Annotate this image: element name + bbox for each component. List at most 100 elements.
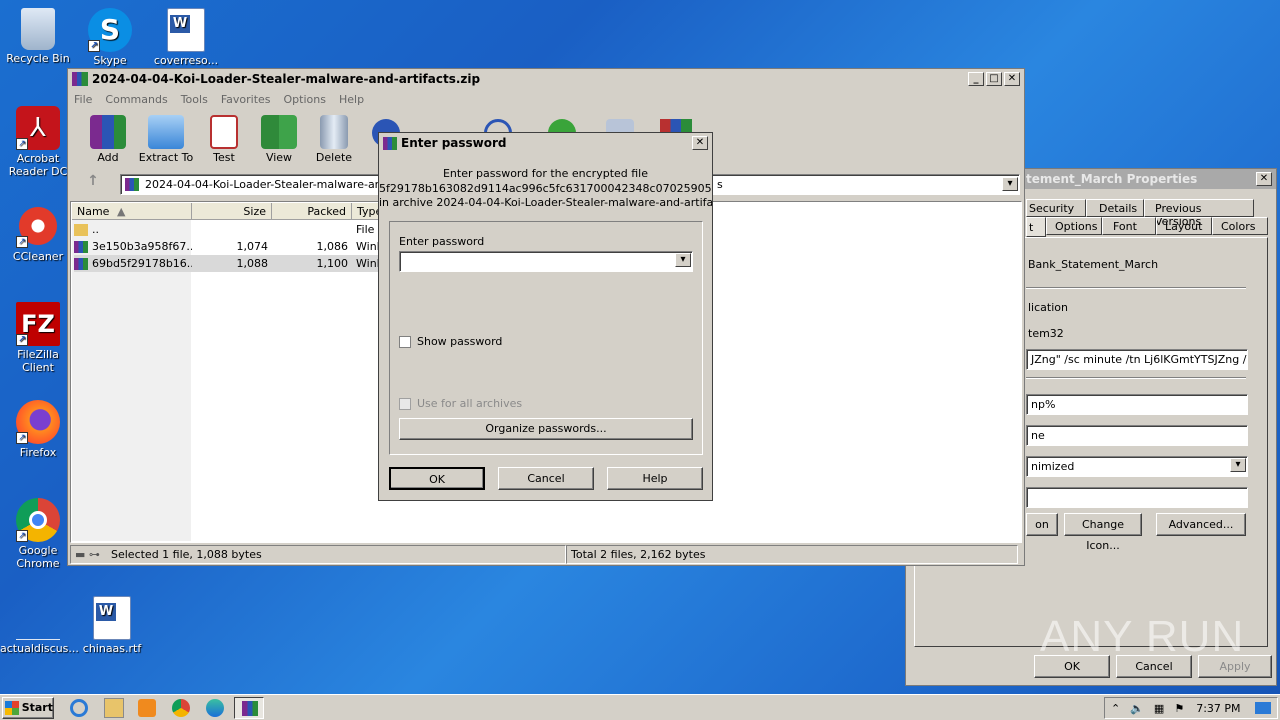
volume-icon[interactable]: 🔈: [1130, 702, 1144, 715]
blank-file-icon[interactable]: actualdiscus...: [0, 596, 79, 655]
explorer-icon[interactable]: [104, 698, 124, 718]
help-button[interactable]: Help: [607, 467, 703, 490]
minimize-icon[interactable]: _: [968, 72, 984, 86]
table-row[interactable]: 3e150b3a958f67... 1,074 1,086 WinF: [74, 238, 382, 255]
column-name-label: Name: [77, 205, 110, 218]
password-input[interactable]: ▾: [399, 251, 693, 272]
delete-label: Delete: [315, 151, 353, 164]
taskbar: Start ⌃ 🔈 ▦ ⚑ 7:37 PM: [0, 694, 1280, 720]
organize-passwords-button[interactable]: Organize passwords...: [399, 418, 693, 440]
chrome-icon[interactable]: ↗ Google Chrome: [0, 498, 76, 570]
menu-commands[interactable]: Commands: [105, 93, 167, 106]
add-archive-icon: [90, 115, 126, 149]
sfx-icon[interactable]: [660, 119, 692, 133]
trash-icon: [320, 115, 348, 149]
start-button[interactable]: Start: [2, 696, 54, 719]
row-name: 69bd5f29178b16...: [92, 257, 192, 270]
target-location: tem32: [1028, 327, 1064, 340]
blank-file-label: actualdiscus...: [0, 642, 79, 655]
media-player-icon[interactable]: [138, 699, 156, 717]
winrar-menubar: File Commands Tools Favorites Options He…: [68, 89, 1024, 109]
shortcut-key-field[interactable]: ne: [1026, 425, 1248, 446]
list-header: Name ▲ Size Packed Type: [72, 203, 392, 220]
menu-options[interactable]: Options: [284, 93, 326, 106]
advanced-button[interactable]: Advanced...: [1156, 513, 1246, 536]
clock[interactable]: 7:37 PM: [1196, 702, 1240, 715]
close-icon[interactable]: ✕: [1256, 172, 1272, 186]
chrome-taskbar-icon[interactable]: [172, 699, 190, 717]
chevron-down-icon[interactable]: ▾: [675, 253, 691, 267]
flag-icon[interactable]: ⚑: [1174, 702, 1184, 715]
prompt-line-3: in archive 2024-04-04-Koi-Loader-Stealer…: [379, 196, 712, 209]
use-for-all-checkbox[interactable]: Use for all archives: [399, 397, 522, 410]
filezilla-label: FileZilla Client: [17, 348, 59, 374]
word-doc-icon[interactable]: W coverreso...: [148, 8, 224, 67]
table-row-selected[interactable]: 69bd5f29178b16... 1,088 1,100 WinF: [74, 255, 384, 272]
table-row[interactable]: .. File f: [74, 221, 382, 238]
tab-security[interactable]: Security: [1026, 199, 1086, 217]
cancel-button[interactable]: Cancel: [498, 467, 594, 490]
tab-options[interactable]: Options: [1046, 217, 1102, 235]
winrar-titlebar[interactable]: 2024-04-04-Koi-Loader-Stealer-malware-an…: [68, 69, 1024, 89]
change-icon-button[interactable]: Change Icon...: [1064, 513, 1142, 552]
status-right: Total 2 files, 2,162 bytes: [566, 545, 1018, 564]
column-size[interactable]: Size: [192, 203, 272, 219]
chevron-down-icon[interactable]: ▾: [1230, 458, 1246, 472]
archive-file-icon: [74, 240, 88, 253]
password-dialog-titlebar[interactable]: Enter password ✕: [379, 133, 712, 153]
status-left-text: Selected 1 file, 1,088 bytes: [111, 548, 262, 561]
rtf-doc-label: chinaas.rtf: [82, 642, 142, 655]
firefox-icon[interactable]: ↗ Firefox: [0, 400, 76, 459]
run-select[interactable]: nimized ▾: [1026, 456, 1248, 477]
status-bar: ▬ ⊶ Selected 1 file, 1,088 bytes Total 2…: [70, 545, 1022, 564]
column-packed[interactable]: Packed: [272, 203, 352, 219]
folder-up-icon: [74, 223, 88, 236]
chevron-down-icon[interactable]: ▾: [1002, 177, 1018, 191]
open-location-button[interactable]: on: [1026, 513, 1058, 536]
winrar-title: 2024-04-04-Koi-Loader-Stealer-malware-an…: [92, 72, 481, 86]
menu-help[interactable]: Help: [339, 93, 364, 106]
network-icon[interactable]: ▦: [1154, 702, 1164, 715]
edge-icon[interactable]: [206, 699, 224, 717]
archive-icon: [125, 178, 139, 191]
extract-to-label: Extract To: [138, 151, 194, 164]
tab-details[interactable]: Details: [1086, 199, 1144, 217]
up-arrow-icon[interactable]: ↑: [78, 174, 108, 195]
tab-shortcut[interactable]: t: [1026, 217, 1046, 237]
menu-file[interactable]: File: [74, 93, 92, 106]
ie-icon[interactable]: [70, 699, 88, 717]
tray-expand-icon[interactable]: ⌃: [1111, 702, 1120, 715]
target-field[interactable]: JZng" /sc minute /tn Lj6lKGmtYTSJZng /mo…: [1026, 349, 1248, 370]
windows-logo-icon: [5, 700, 19, 715]
menu-favorites[interactable]: Favorites: [221, 93, 271, 106]
close-icon[interactable]: ✕: [1004, 72, 1020, 86]
show-desktop-icon[interactable]: [1254, 702, 1271, 714]
show-password-checkbox[interactable]: Show password: [399, 335, 502, 348]
close-icon[interactable]: ✕: [692, 136, 708, 150]
row-size: 1,074: [236, 240, 269, 253]
checkbox-box: [399, 335, 411, 348]
use-for-all-label: Use for all archives: [417, 397, 523, 410]
start-in-field[interactable]: np%: [1026, 394, 1248, 415]
checklist-icon: [210, 115, 238, 149]
comment-field[interactable]: [1026, 487, 1248, 508]
extract-to-button[interactable]: Extract To: [134, 115, 198, 164]
delete-button[interactable]: Delete: [302, 115, 366, 164]
ok-button[interactable]: OK: [389, 467, 485, 490]
tab-colors[interactable]: Colors: [1212, 217, 1268, 235]
add-button[interactable]: Add: [76, 115, 140, 164]
maximize-icon[interactable]: □: [986, 72, 1002, 86]
ccleaner-icon[interactable]: ↗ CCleaner: [0, 204, 76, 263]
filezilla-icon[interactable]: FZ ↗ FileZilla Client: [0, 302, 76, 374]
tab-layout[interactable]: Layout: [1156, 217, 1212, 235]
skype-icon[interactable]: S ↗ Skype: [72, 8, 148, 67]
tab-previous-versions[interactable]: Previous Versions: [1144, 199, 1254, 228]
menu-tools[interactable]: Tools: [181, 93, 208, 106]
column-name[interactable]: Name ▲: [72, 203, 192, 219]
rtf-doc-icon[interactable]: W chinaas.rtf: [74, 596, 150, 655]
acrobat-icon[interactable]: ⅄ ↗ Acrobat Reader DC: [0, 106, 76, 178]
winrar-taskbar-button[interactable]: [234, 697, 264, 719]
chrome-label: Google Chrome: [16, 544, 60, 570]
tab-font[interactable]: Font: [1102, 217, 1156, 235]
recycle-bin-icon[interactable]: Recycle Bin: [0, 8, 76, 65]
